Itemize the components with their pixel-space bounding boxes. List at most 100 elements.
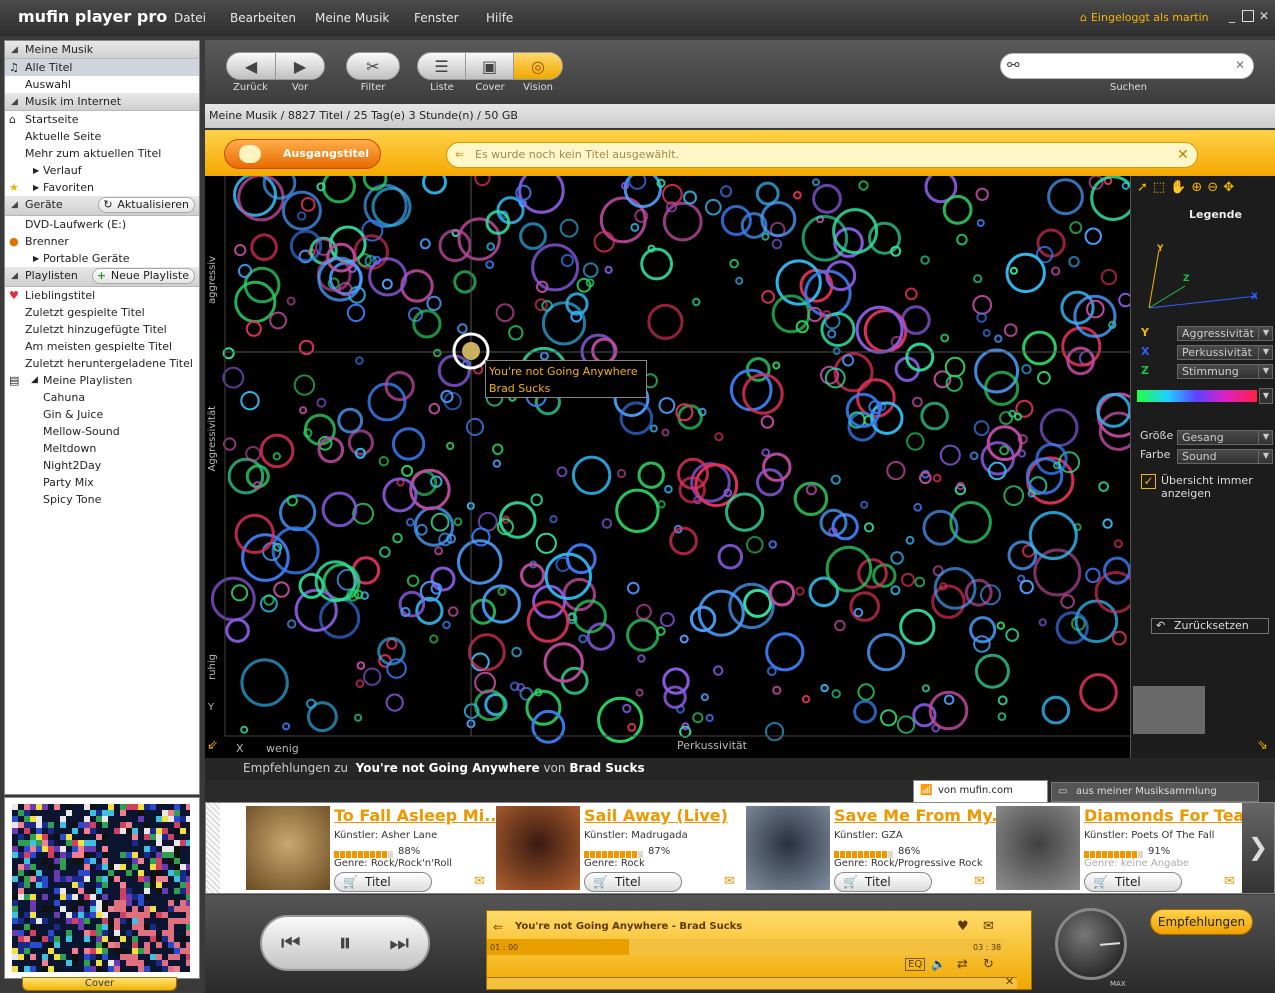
- track-bubble[interactable]: [1096, 392, 1130, 428]
- track-bubble[interactable]: [1037, 370, 1051, 385]
- track-bubble[interactable]: [406, 574, 420, 587]
- track-bubble[interactable]: [637, 654, 646, 663]
- track-bubble[interactable]: [616, 468, 627, 479]
- track-bubble[interactable]: [386, 638, 398, 650]
- track-bubble[interactable]: [984, 370, 1020, 406]
- track-bubble[interactable]: [700, 693, 709, 702]
- vision-map[interactable]: You're not Going Anywhere Brad Sucks agg…: [205, 176, 1130, 758]
- seed-track-field[interactable]: ⇐ Es wurde noch kein Titel ausgewählt. ✕: [446, 142, 1198, 168]
- track-bubble[interactable]: [831, 689, 841, 699]
- back-button[interactable]: ◀: [227, 53, 276, 79]
- track-bubble[interactable]: [519, 222, 547, 250]
- volume-knob[interactable]: [1055, 908, 1127, 980]
- track-bubble[interactable]: [591, 337, 618, 364]
- track-bubble[interactable]: [1079, 673, 1118, 712]
- track-bubble[interactable]: [578, 634, 588, 644]
- sidebar-item-portable[interactable]: ▶ Portable Geräte: [5, 250, 199, 267]
- track-bubble[interactable]: [245, 445, 261, 462]
- track-bubble[interactable]: [628, 176, 647, 190]
- tool-icons[interactable]: ➚⬚✋⊕⊖✥: [1137, 180, 1239, 195]
- track-bubble[interactable]: [240, 391, 260, 411]
- pause-button[interactable]: ⏸: [338, 928, 351, 959]
- playlist-item[interactable]: Gin & Juice: [5, 406, 199, 423]
- seek-bar[interactable]: [487, 939, 1003, 955]
- track-bubble[interactable]: [281, 190, 322, 231]
- playlist-item[interactable]: Night2Day: [5, 457, 199, 474]
- track-bubble[interactable]: [260, 594, 278, 613]
- track-bubble[interactable]: [299, 406, 308, 415]
- track-bubble[interactable]: [531, 709, 566, 744]
- track-bubble[interactable]: [760, 415, 775, 429]
- track-bubble[interactable]: [356, 661, 366, 670]
- track-bubble[interactable]: [346, 303, 366, 323]
- track-bubble[interactable]: [713, 665, 724, 676]
- track-bubble[interactable]: [662, 201, 703, 242]
- track-bubble[interactable]: [457, 539, 503, 585]
- track-bubble[interactable]: [772, 685, 782, 695]
- track-bubble[interactable]: [508, 325, 524, 341]
- gradient-dropdown-icon[interactable]: ▼: [1259, 388, 1273, 404]
- track-bubble[interactable]: [943, 694, 955, 706]
- track-bubble[interactable]: [415, 523, 428, 536]
- color-select[interactable]: Sound: [1177, 449, 1273, 464]
- playlist-item[interactable]: Meltdown: [5, 440, 199, 457]
- track-bubble[interactable]: [467, 633, 506, 672]
- track-bubble[interactable]: [1085, 567, 1101, 583]
- track-bubble[interactable]: [904, 287, 918, 301]
- track-bubble[interactable]: [1100, 268, 1118, 286]
- track-bubble[interactable]: [834, 619, 846, 632]
- track-bubble[interactable]: [661, 183, 683, 205]
- buy-track-button[interactable]: 🛒Titel kaufen: [834, 872, 932, 907]
- track-bubble[interactable]: [974, 653, 1010, 689]
- track-bubble[interactable]: [994, 334, 1003, 343]
- track-bubble[interactable]: [683, 190, 697, 205]
- track-bubble[interactable]: [559, 218, 579, 238]
- recommendations-button[interactable]: Empfehlungen: [1150, 909, 1253, 935]
- track-bubble[interactable]: [956, 481, 965, 491]
- scroll-left-area[interactable]: [206, 803, 220, 893]
- track-bubble[interactable]: [1041, 695, 1071, 725]
- track-bubble[interactable]: [406, 517, 415, 527]
- track-bubble[interactable]: [1003, 323, 1018, 338]
- cover-view-button[interactable]: ▣: [466, 53, 514, 79]
- track-bubble[interactable]: [457, 323, 468, 334]
- track-bubble[interactable]: [234, 244, 247, 257]
- track-bubble[interactable]: [337, 407, 364, 434]
- buy-track-button[interactable]: 🛒Titel kaufen: [584, 872, 682, 907]
- track-bubble[interactable]: [969, 616, 997, 644]
- track-bubble[interactable]: [635, 688, 644, 697]
- track-bubble[interactable]: [705, 713, 714, 723]
- sidebar-item-alle-titel[interactable]: ♫ Alle Titel: [5, 59, 199, 76]
- track-bubble[interactable]: [511, 646, 522, 658]
- track-bubble[interactable]: [535, 532, 557, 554]
- track-bubble[interactable]: [263, 594, 275, 606]
- track-bubble[interactable]: [697, 589, 745, 637]
- track-bubble[interactable]: [849, 591, 881, 622]
- section-playlisten[interactable]: ◢ Playlisten + Neue Playliste: [5, 267, 199, 287]
- track-bubble[interactable]: [1073, 294, 1117, 338]
- sidebar-item-brenner[interactable]: ● Brenner: [5, 233, 199, 250]
- track-bubble[interactable]: [771, 238, 783, 250]
- minimize-icon[interactable]: _: [1226, 10, 1238, 22]
- track-bubble[interactable]: [363, 667, 382, 686]
- playlist-item[interactable]: Mellow-Sound: [5, 423, 199, 440]
- track-bubble[interactable]: [658, 397, 676, 414]
- sidebar-item-zuletzt-hinzugefuegt[interactable]: Zuletzt hinzugefügte Titel: [5, 321, 199, 338]
- track-bubble[interactable]: [601, 518, 613, 529]
- track-bubble[interactable]: [1025, 457, 1064, 495]
- track-bubble[interactable]: [437, 354, 471, 388]
- track-bubble[interactable]: [1022, 330, 1057, 366]
- track-bubble[interactable]: [1086, 299, 1105, 319]
- track-bubble[interactable]: [541, 301, 587, 346]
- track-bubble[interactable]: [768, 580, 796, 607]
- sidebar-item-startseite[interactable]: ⌂ Startseite: [5, 111, 199, 128]
- track-bubble[interactable]: [530, 493, 544, 507]
- track-bubble[interactable]: [434, 546, 444, 556]
- track-bubble[interactable]: [293, 374, 316, 396]
- track-bubble[interactable]: [453, 517, 463, 527]
- track-bubble[interactable]: [972, 294, 993, 315]
- track-bubble[interactable]: [725, 492, 765, 532]
- track-bubble[interactable]: [812, 183, 842, 214]
- track-bubble[interactable]: [298, 572, 325, 599]
- track-bubble[interactable]: [457, 217, 501, 261]
